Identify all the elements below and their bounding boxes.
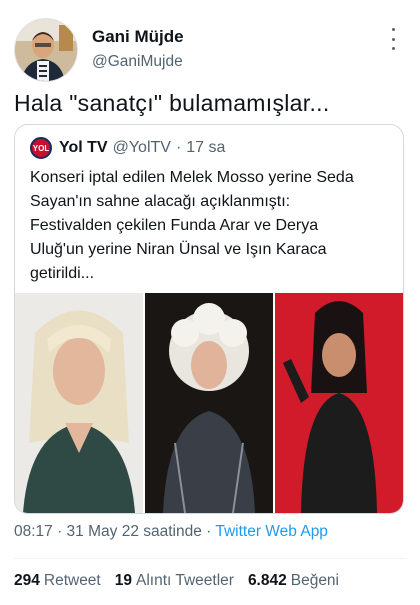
retweet-count[interactable]: 294 Retweet bbox=[14, 572, 101, 590]
person-avatar-icon bbox=[15, 19, 77, 81]
source-app-link[interactable]: Twitter Web App bbox=[215, 523, 328, 540]
text-line: Festivalden çekilen Funda Arar ve Derya bbox=[30, 217, 319, 234]
quoted-tweet-text: Konseri iptal edilen Melek Mosso yerine … bbox=[30, 166, 390, 286]
like-count[interactable]: 6.842 Beğeni bbox=[248, 572, 339, 590]
quoted-tweet[interactable]: YOL Yol TV @YolTV · 17 sa Konseri iptal … bbox=[14, 124, 404, 514]
separator-dot: · bbox=[175, 139, 182, 156]
stat-label: Retweet bbox=[43, 572, 101, 589]
stat-value: 6.842 bbox=[247, 572, 287, 589]
quoted-tweet-header: YOL Yol TV @YolTV · 17 sa bbox=[30, 135, 225, 161]
photo-1[interactable] bbox=[15, 293, 143, 513]
tweet-meta: 08:17 · 31 May 22 saatinde · Twitter Web… bbox=[14, 523, 328, 541]
stat-value: 19 bbox=[114, 572, 132, 589]
text-line: Konseri iptal edilen Melek Mosso yerine … bbox=[30, 169, 354, 186]
author-handle[interactable]: @GaniMujde bbox=[92, 53, 183, 71]
three-dots-vertical-icon[interactable] bbox=[386, 28, 400, 50]
yol-tv-logo-icon[interactable]: YOL bbox=[30, 137, 52, 159]
stat-value: 294 bbox=[14, 572, 40, 589]
photo-2[interactable] bbox=[145, 293, 273, 513]
tweet-text: Hala "sanatçı" bulamamışlar... bbox=[14, 90, 330, 116]
author-name[interactable]: Gani Müjde bbox=[92, 27, 184, 47]
divider bbox=[14, 558, 406, 559]
quoted-time[interactable]: 17 sa bbox=[186, 139, 225, 157]
tweet-stats: 294 Retweet 19 Alıntı Tweetler 6.842 Beğeni bbox=[14, 572, 353, 590]
quoted-media[interactable] bbox=[15, 293, 403, 513]
text-line: getirildi... bbox=[30, 265, 95, 282]
logo-text: YOL bbox=[32, 143, 50, 153]
stat-label: Alıntı Tweetler bbox=[136, 572, 234, 589]
tweet-header: Gani Müjde @GaniMujde bbox=[14, 18, 406, 82]
author-avatar[interactable] bbox=[14, 18, 78, 82]
stat-label: Beğeni bbox=[290, 572, 339, 589]
text-line: Sayan'ın sahne alacağı açıklanmıştı: bbox=[30, 193, 291, 210]
quoted-author-handle[interactable]: @YolTV bbox=[113, 139, 171, 157]
quote-tweet-count[interactable]: 19 Alıntı Tweetler bbox=[115, 572, 234, 590]
quoted-author-name[interactable]: Yol TV bbox=[59, 139, 108, 157]
timestamp[interactable]: 08:17 · 31 May 22 saatinde · bbox=[14, 523, 211, 540]
text-line: Uluğ'un yerine Niran Ünsal ve Işın Karac… bbox=[30, 241, 327, 258]
photo-3[interactable] bbox=[275, 293, 403, 513]
